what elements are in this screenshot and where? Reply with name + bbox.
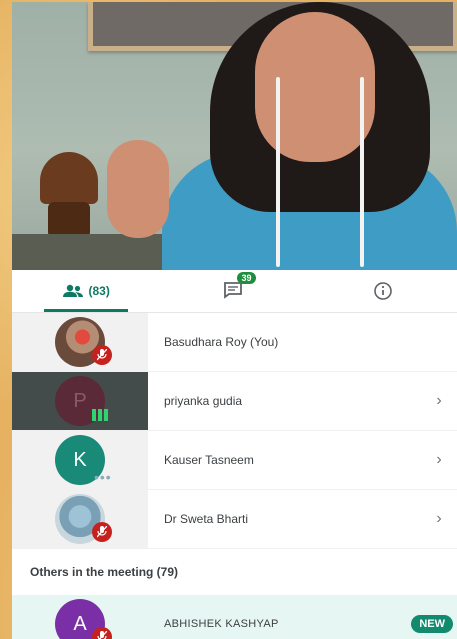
mic-off-icon <box>92 345 112 365</box>
meet-app: (83) 39 Basudhara Roy (You) P priyanka g… <box>12 2 457 639</box>
earphone-wire-left <box>276 77 280 267</box>
participant-name: Dr Sweta Bharti <box>164 512 249 526</box>
participant-name: ABHISHEK KASHYAP <box>164 618 279 630</box>
avatar-cell: K ••• <box>12 431 148 489</box>
participant-row[interactable]: Dr Sweta Bharti › <box>12 490 457 549</box>
mic-idle-icon: ••• <box>94 469 112 485</box>
avatar-cell <box>12 490 148 548</box>
speaker-hand <box>107 140 169 238</box>
earphone-wire-right <box>360 77 364 267</box>
participant-row[interactable]: Basudhara Roy (You) <box>12 313 457 372</box>
tab-people[interactable]: (83) <box>12 270 160 312</box>
lamp-decoration <box>40 152 98 204</box>
participant-row[interactable]: K ••• Kauser Tasneem › <box>12 431 457 490</box>
chat-count-badge: 39 <box>237 271 256 284</box>
avatar-cell: P <box>12 372 148 430</box>
tab-chat[interactable]: 39 <box>160 270 308 312</box>
participant-name: Basudhara Roy (You) <box>164 335 279 349</box>
chevron-right-icon[interactable]: › <box>421 392 457 410</box>
mic-off-icon <box>92 522 112 542</box>
people-count: (83) <box>88 284 110 298</box>
people-icon <box>63 284 84 297</box>
mic-off-icon <box>92 627 112 639</box>
participant-row[interactable]: A ABHISHEK KASHYAP NEW <box>12 595 457 639</box>
participant-name: priyanka gudia <box>164 394 243 408</box>
new-badge: NEW <box>411 615 453 633</box>
chat-icon-wrap: 39 <box>223 271 256 302</box>
panel-tabs: (83) 39 <box>12 270 457 313</box>
participant-name: Kauser Tasneem <box>164 453 254 467</box>
chevron-right-icon[interactable]: › <box>421 510 457 528</box>
participant-row[interactable]: P priyanka gudia › <box>12 372 457 431</box>
avatar-cell <box>12 313 148 371</box>
avatar-cell: A <box>12 595 148 639</box>
speaking-indicator-icon <box>92 405 112 421</box>
lamp-base <box>48 202 90 238</box>
info-icon <box>374 282 392 300</box>
speaker-face <box>255 12 375 162</box>
tab-info[interactable] <box>309 270 457 312</box>
others-section-header: Others in the meeting (79) <box>12 549 457 595</box>
main-video-tile[interactable] <box>12 2 457 270</box>
participant-list: Basudhara Roy (You) P priyanka gudia › K… <box>12 313 457 639</box>
chevron-right-icon[interactable]: › <box>421 451 457 469</box>
